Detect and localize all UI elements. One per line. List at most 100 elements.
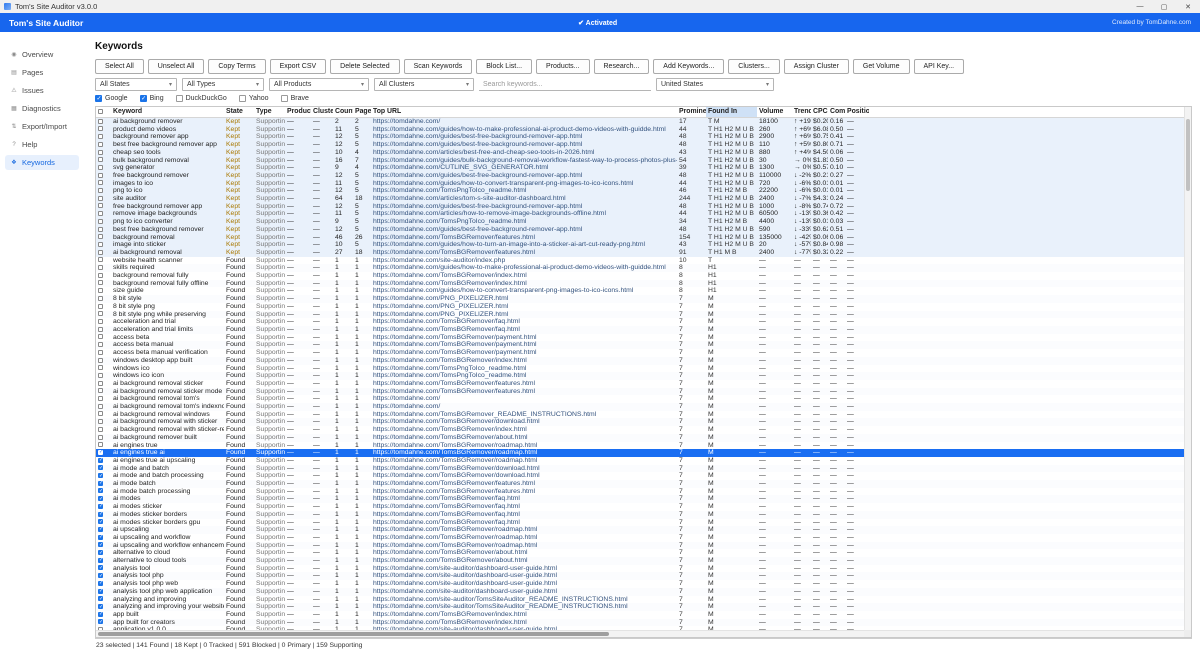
row-checkbox[interactable] [98, 512, 103, 517]
sidebar-item-diagnostics[interactable]: Diagnostics [5, 101, 79, 116]
select-all-button[interactable]: Select All [95, 59, 144, 74]
table-row[interactable]: ai background removal tom'sFoundSupporti… [96, 395, 1191, 403]
table-row[interactable]: ai modes stickerFoundSupporting——11https… [96, 503, 1191, 511]
table-row[interactable]: ai modes sticker bordersFoundSupporting—… [96, 511, 1191, 519]
row-checkbox[interactable] [98, 173, 103, 178]
table-row[interactable]: remove image backgroundsKeptSupporting——… [96, 210, 1191, 218]
column-header-position[interactable]: Position [845, 107, 869, 118]
product-filter-select[interactable]: All Products▾ [269, 78, 369, 91]
row-checkbox[interactable] [98, 319, 103, 324]
row-checkbox[interactable] [98, 535, 103, 540]
brave-checkbox[interactable] [281, 95, 288, 102]
table-row[interactable]: svg generatorKeptSupporting——94https://t… [96, 164, 1191, 172]
clusters-button[interactable]: Clusters... [728, 59, 780, 74]
table-row[interactable]: acceleration and trial limitsFoundSuppor… [96, 326, 1191, 334]
horizontal-scrollbar-thumb[interactable] [98, 632, 609, 636]
table-row[interactable]: ai background removal with stickerFoundS… [96, 418, 1191, 426]
bing-checkbox[interactable] [140, 95, 147, 102]
duckduckgo-checkbox[interactable] [176, 95, 183, 102]
row-checkbox[interactable] [98, 219, 103, 224]
row-checkbox[interactable] [98, 596, 103, 601]
row-checkbox[interactable] [98, 473, 103, 478]
copy-terms-button[interactable]: Copy Terms [208, 59, 265, 74]
row-checkbox[interactable] [98, 304, 103, 309]
row-checkbox[interactable] [98, 581, 103, 586]
table-row[interactable]: ai background removal with sticker-ready… [96, 426, 1191, 434]
engine-bing[interactable]: Bing [140, 95, 164, 102]
row-checkbox[interactable] [98, 203, 103, 208]
row-checkbox[interactable] [98, 350, 103, 355]
row-checkbox[interactable] [98, 296, 103, 301]
row-checkbox[interactable] [98, 188, 103, 193]
table-row[interactable]: png to icoKeptSupporting——125https://tom… [96, 187, 1191, 195]
row-checkbox[interactable] [98, 442, 103, 447]
row-checkbox[interactable] [98, 334, 103, 339]
row-checkbox[interactable] [98, 427, 103, 432]
sidebar-item-help[interactable]: Help [5, 137, 79, 152]
row-checkbox[interactable] [98, 288, 103, 293]
engine-duckduckgo[interactable]: DuckDuckGo [176, 95, 227, 102]
sidebar-item-export-import[interactable]: Export/Import [5, 119, 79, 134]
row-checkbox[interactable] [98, 327, 103, 332]
table-row[interactable]: png to ico converterKeptSupporting——95ht… [96, 218, 1191, 226]
row-checkbox[interactable] [98, 119, 103, 124]
column-header-keyword[interactable]: Keyword [111, 107, 224, 118]
row-checkbox[interactable] [98, 342, 103, 347]
table-row[interactable]: acceleration and trialFoundSupporting——1… [96, 318, 1191, 326]
table-row[interactable]: 8 bit style png while preservingFoundSup… [96, 311, 1191, 319]
table-row[interactable]: ai background removal tom's indexnowFoun… [96, 403, 1191, 411]
table-row[interactable]: ai engines trueFoundSupporting——11https:… [96, 442, 1191, 450]
row-checkbox[interactable] [98, 227, 103, 232]
column-header-cluster[interactable]: Cluster [311, 107, 333, 118]
row-checkbox[interactable] [98, 542, 103, 547]
region-select[interactable]: United States▾ [656, 78, 774, 91]
engine-yahoo[interactable]: Yahoo [239, 95, 269, 102]
table-row[interactable]: analysis tool php webFoundSupporting——11… [96, 580, 1191, 588]
row-checkbox[interactable] [98, 396, 103, 401]
table-row[interactable]: product demo videosKeptSupporting——115ht… [96, 126, 1191, 134]
table-row[interactable]: ai engines true aiFoundSupporting——11htt… [96, 449, 1191, 457]
table-row[interactable]: ai mode and batchFoundSupporting——11http… [96, 465, 1191, 473]
table-row[interactable]: background removalKeptSupporting——4626ht… [96, 234, 1191, 242]
table-row[interactable]: site auditorKeptSupporting——6418https://… [96, 195, 1191, 203]
row-checkbox[interactable] [98, 612, 103, 617]
table-row[interactable]: skills requiredFoundSupporting——11https:… [96, 264, 1191, 272]
row-checkbox[interactable] [98, 280, 103, 285]
table-row[interactable]: access beta manualFoundSupporting——11htt… [96, 341, 1191, 349]
row-checkbox[interactable] [98, 142, 103, 147]
table-row[interactable]: alternative to cloudFoundSupporting——11h… [96, 549, 1191, 557]
table-row[interactable]: ai background removerKeptSupporting——22h… [96, 118, 1191, 126]
table-row[interactable]: background removal fully offlineFoundSup… [96, 280, 1191, 288]
cluster-filter-select[interactable]: All Clusters▾ [374, 78, 474, 91]
table-row[interactable]: free background remover appKeptSupportin… [96, 203, 1191, 211]
row-checkbox[interactable] [98, 242, 103, 247]
yahoo-checkbox[interactable] [239, 95, 246, 102]
row-checkbox[interactable] [98, 527, 103, 532]
row-checkbox[interactable] [98, 180, 103, 185]
row-checkbox[interactable] [98, 604, 103, 609]
add-keywords-button[interactable]: Add Keywords... [653, 59, 724, 74]
row-checkbox[interactable] [98, 273, 103, 278]
row-checkbox[interactable] [98, 373, 103, 378]
row-checkbox[interactable] [98, 450, 103, 455]
delete-selected-button[interactable]: Delete Selected [330, 59, 399, 74]
row-checkbox[interactable] [98, 134, 103, 139]
row-checkbox[interactable] [98, 388, 103, 393]
row-checkbox[interactable] [98, 411, 103, 416]
table-row[interactable]: ai upscaling and workflow enhancementsFo… [96, 542, 1191, 550]
table-row[interactable]: website health scannerFoundSupporting——1… [96, 257, 1191, 265]
table-row[interactable]: free background removerKeptSupporting——1… [96, 172, 1191, 180]
column-header-trend[interactable]: Trend [792, 107, 811, 118]
column-header-type[interactable]: Type [254, 107, 285, 118]
row-checkbox[interactable] [98, 381, 103, 386]
row-checkbox[interactable] [98, 565, 103, 570]
row-checkbox[interactable] [98, 458, 103, 463]
table-row[interactable]: 8 bit style pngFoundSupporting——11https:… [96, 303, 1191, 311]
header-checkbox[interactable] [98, 109, 103, 114]
row-checkbox[interactable] [98, 481, 103, 486]
row-checkbox[interactable] [98, 504, 103, 509]
row-checkbox[interactable] [98, 550, 103, 555]
row-checkbox[interactable] [98, 435, 103, 440]
row-checkbox[interactable] [98, 165, 103, 170]
column-header-cpc[interactable]: CPC [811, 107, 828, 118]
